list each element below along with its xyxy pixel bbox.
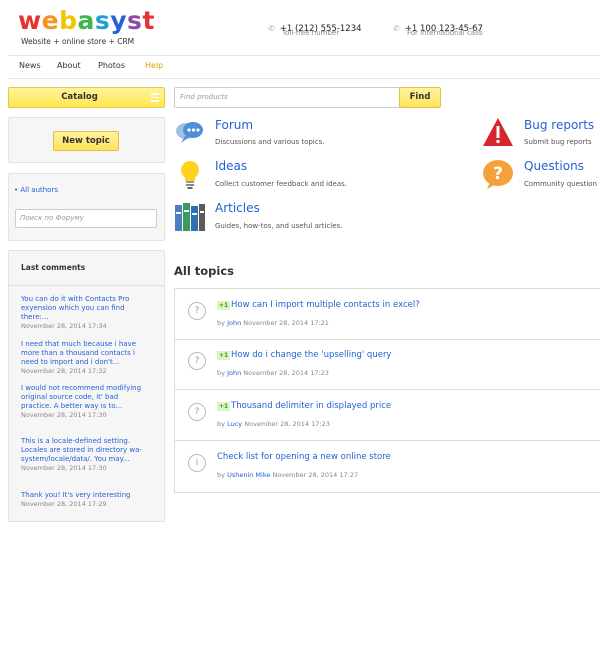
vote-badge: +1: [217, 351, 231, 360]
logo-letter: e: [41, 6, 60, 35]
topic-date: November 28, 2014: [244, 420, 310, 428]
comment-item: Thank you! It's very interesting Novembe…: [21, 491, 149, 508]
forum-search-input[interactable]: Поиск по Форуму: [15, 209, 157, 228]
catalog-label: Catalog: [61, 92, 98, 102]
category-desc: Submit bug reports: [524, 138, 592, 146]
nav-about[interactable]: About: [57, 61, 81, 70]
category-desc: Community question: [524, 180, 597, 188]
comment-date: November 28, 2014 17:30: [21, 411, 107, 419]
topic-date: November 28, 2014: [272, 471, 338, 479]
nav-news[interactable]: News: [19, 61, 41, 70]
logo-letter: b: [59, 6, 78, 35]
all-topics-heading: All topics: [174, 264, 235, 278]
category-desc: Guides, how-tos, and useful articles.: [215, 222, 343, 230]
question-status-icon: ?: [188, 302, 206, 320]
lightbulb-icon: [178, 158, 202, 190]
new-topic-button[interactable]: New topic: [53, 131, 119, 151]
logo-letter: s: [127, 6, 143, 35]
comment-date: November 28, 2014 17:29: [21, 500, 107, 508]
topic-row: ? +1 How do i change the 'upselling' que…: [175, 339, 600, 390]
topic-title-link[interactable]: Thousand delimiter in displayed price: [231, 401, 391, 411]
category-title[interactable]: Forum: [215, 118, 253, 132]
category-title[interactable]: Bug reports: [524, 118, 594, 132]
comment-date: November 28, 2014 17:32: [21, 367, 107, 375]
catalog-button[interactable]: Catalog: [8, 87, 165, 108]
topic-row: ? +1 How can I import multiple contacts …: [175, 289, 600, 340]
question-icon: ?: [482, 158, 514, 190]
chat-bubbles-icon: [174, 117, 206, 149]
comment-item: This is a locale-defined setting. Locale…: [21, 437, 149, 472]
topic-title-link[interactable]: How do i change the 'upselling' query: [231, 350, 391, 360]
topic-row: ? +1 Thousand delimiter in displayed pri…: [175, 390, 600, 441]
last-comments-panel: Last comments You can do it with Contact…: [8, 250, 165, 522]
authors-panel: • All authors Поиск по Форуму: [8, 173, 165, 241]
find-button[interactable]: Find: [399, 87, 441, 108]
product-search-input[interactable]: Find products: [174, 87, 401, 108]
hamburger-menu-icon: [151, 93, 159, 102]
topic-meta: by John November 28, 2014 17:23: [217, 369, 329, 377]
bullet-icon: •: [14, 186, 19, 194]
site-logo[interactable]: webasyst: [18, 6, 155, 35]
topic-title-link[interactable]: How can I import multiple contacts in ex…: [231, 300, 420, 310]
category-desc: Discussions and various topics.: [215, 138, 325, 146]
nav-photos[interactable]: Photos: [98, 61, 125, 70]
topic-row: i Check list for opening a new online st…: [175, 441, 600, 491]
comment-link[interactable]: You can do it with Contacts Pro exyensio…: [21, 295, 149, 322]
phone-label: For international calls: [407, 29, 483, 37]
topic-author-link[interactable]: Ushenin Mike: [227, 471, 270, 479]
topic-title-link[interactable]: Check list for opening a new online stor…: [217, 452, 391, 462]
topics-list: ? +1 How can I import multiple contacts …: [174, 288, 600, 493]
logo-letter: a: [77, 6, 95, 35]
topic-time: 17:23: [311, 420, 330, 428]
topic-date: November 28, 2014: [243, 319, 309, 327]
site-tagline: Website + online store + CRM: [21, 37, 135, 46]
topic-time: 17:23: [310, 369, 329, 377]
topic-time: 17:21: [310, 319, 329, 327]
phone-icon: ✆: [268, 24, 275, 33]
vote-badge: +1: [217, 301, 231, 310]
info-status-icon: i: [188, 454, 206, 472]
question-status-icon: ?: [188, 352, 206, 370]
all-authors-link[interactable]: All authors: [20, 186, 58, 194]
comment-item: You can do it with Contacts Pro exyensio…: [21, 295, 149, 330]
new-topic-panel: New topic: [8, 117, 165, 163]
topic-meta: by Lucy November 28, 2014 17:23: [217, 420, 330, 428]
nav-help[interactable]: Help: [145, 61, 163, 70]
topic-meta: by John November 28, 2014 17:21: [217, 319, 329, 327]
last-comments-title: Last comments: [21, 263, 86, 272]
phone-label: Toll-free number: [282, 29, 340, 37]
logo-letter: t: [142, 6, 155, 35]
topic-author-link[interactable]: John: [227, 369, 241, 377]
topic-author-link[interactable]: Lucy: [227, 420, 242, 428]
category-title[interactable]: Articles: [215, 201, 260, 215]
topic-date: November 28, 2014: [243, 369, 309, 377]
all-authors-row: • All authors: [14, 186, 58, 194]
category-desc: Collect customer feedback and ideas.: [215, 180, 348, 188]
books-icon: [174, 200, 206, 232]
comment-link[interactable]: I would not recommend modifying original…: [21, 384, 149, 411]
comment-date: November 28, 2014 17:34: [21, 322, 107, 330]
category-title[interactable]: Ideas: [215, 159, 247, 173]
comment-link[interactable]: I need that much because i have more tha…: [21, 340, 149, 367]
phone-icon: ✆: [393, 24, 400, 33]
topic-meta: by Ushenin Mike November 28, 2014 17:27: [217, 471, 359, 479]
warning-icon: [482, 117, 514, 147]
question-status-icon: ?: [188, 403, 206, 421]
vote-badge: +1: [217, 402, 231, 411]
logo-letter: s: [94, 6, 111, 35]
comment-link[interactable]: Thank you! It's very interesting: [21, 491, 149, 500]
top-nav: News About Photos Help: [8, 55, 600, 79]
comment-date: November 28, 2014 17:30: [21, 464, 107, 472]
category-title[interactable]: Questions: [524, 159, 584, 173]
comment-item: I need that much because i have more tha…: [21, 340, 149, 375]
comment-item: I would not recommend modifying original…: [21, 384, 149, 419]
comment-link[interactable]: This is a locale-defined setting. Locale…: [21, 437, 149, 464]
topic-time: 17:27: [339, 471, 359, 479]
logo-letter: w: [18, 6, 42, 35]
svg-text:?: ?: [493, 164, 503, 184]
logo-letter: y: [110, 6, 128, 35]
topic-author-link[interactable]: John: [227, 319, 241, 327]
